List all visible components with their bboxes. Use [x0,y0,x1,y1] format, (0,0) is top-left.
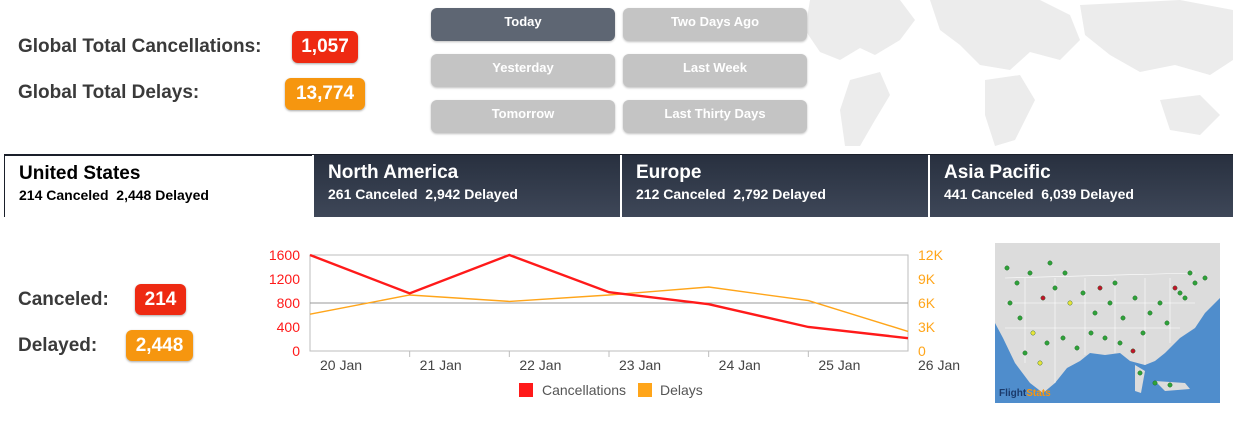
airport-marker[interactable] [1112,280,1118,286]
x-tick-label: 24 Jan [719,357,761,373]
airport-marker[interactable] [1152,380,1158,386]
airport-marker[interactable] [1022,350,1028,356]
airport-marker[interactable] [1140,330,1146,336]
airport-marker[interactable] [1147,310,1153,316]
legend-label-delays: Delays [660,382,703,398]
airport-marker[interactable] [1187,270,1193,276]
airport-marker[interactable] [1192,280,1198,286]
airport-marker[interactable] [1080,290,1086,296]
airport-marker[interactable] [1030,330,1036,336]
airport-marker[interactable] [1167,382,1173,388]
airport-marker[interactable] [1014,280,1020,286]
legend-swatch-delays [638,383,652,397]
y-right-tick-label: 9K [918,271,936,287]
airport-marker[interactable] [1130,348,1136,354]
airport-marker[interactable] [1202,275,1208,281]
airport-marker[interactable] [1137,370,1143,376]
x-tick-label: 26 Jan [918,357,960,373]
airport-marker[interactable] [1177,290,1183,296]
x-tick-label: 22 Jan [519,357,561,373]
airport-marker[interactable] [1182,295,1188,301]
airport-marker[interactable] [1060,335,1066,341]
x-tick-label: 21 Jan [420,357,462,373]
y-left-tick-label: 1200 [269,271,300,287]
airport-marker[interactable] [1062,270,1068,276]
airport-marker[interactable] [1172,285,1178,291]
y-right-tick-label: 12K [918,247,944,263]
airport-marker[interactable] [1044,340,1050,346]
airport-marker[interactable] [1017,315,1023,321]
flight-delay-map[interactable]: FlightStats [995,243,1220,403]
airport-marker[interactable] [1040,295,1046,301]
x-tick-label: 25 Jan [818,357,860,373]
y-left-tick-label: 1600 [269,247,300,263]
airport-marker[interactable] [1052,285,1058,291]
airport-marker[interactable] [1027,270,1033,276]
airport-marker[interactable] [1097,285,1103,291]
airport-marker[interactable] [1102,335,1108,341]
airport-marker[interactable] [1092,310,1098,316]
airport-marker[interactable] [1007,300,1013,306]
x-tick-label: 23 Jan [619,357,661,373]
airport-marker[interactable] [1004,265,1010,271]
y-left-tick-label: 800 [277,295,301,311]
airport-marker[interactable] [1132,295,1138,301]
airport-marker[interactable] [1074,345,1080,351]
airport-marker[interactable] [1120,315,1126,321]
airport-marker[interactable] [1157,300,1163,306]
airport-marker[interactable] [1037,360,1043,366]
airport-marker[interactable] [1107,300,1113,306]
legend-label-cancellations: Cancellations [542,382,626,398]
airport-marker[interactable] [1067,300,1073,306]
airport-marker[interactable] [1088,330,1094,336]
y-left-tick-label: 0 [292,343,300,359]
y-right-tick-label: 0 [918,343,926,359]
x-tick-label: 20 Jan [320,357,362,373]
flightstats-logo: FlightStats [999,388,1051,399]
airport-marker[interactable] [1164,320,1170,326]
airport-marker[interactable] [1117,340,1123,346]
y-right-tick-label: 6K [918,295,936,311]
legend-swatch-cancellations [519,383,533,397]
y-left-tick-label: 400 [277,319,301,335]
y-right-tick-label: 3K [918,319,936,335]
airport-marker[interactable] [1047,260,1053,266]
delays-series-line [309,286,909,333]
